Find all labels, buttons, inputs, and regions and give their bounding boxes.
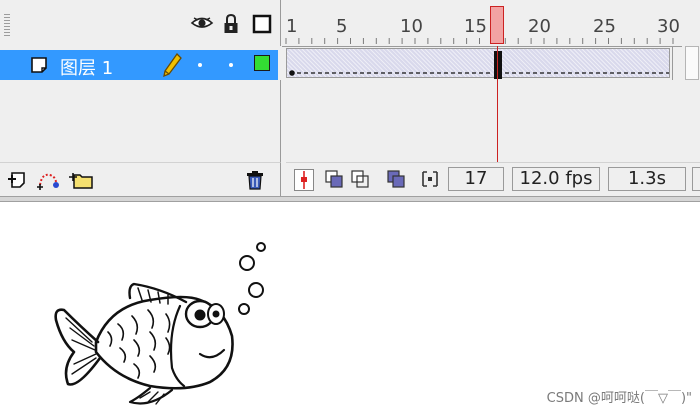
timeline-panel: 1 5 10 15 20 25 30 图层 1 17 12.0 fps 1.3s (0, 0, 700, 197)
insert-folder-icon[interactable] (68, 169, 93, 191)
timeline-status-bar: 17 12.0 fps 1.3s (286, 162, 700, 197)
frames-row[interactable] (286, 46, 673, 80)
elapsed-time-field: 1.3s (608, 167, 686, 191)
center-frame-icon[interactable] (294, 169, 314, 191)
outline-square-icon[interactable] (252, 14, 272, 34)
insert-layer-icon[interactable] (6, 169, 28, 191)
layer-header (0, 0, 281, 46)
goldfish-drawing (54, 242, 266, 405)
lock-icon[interactable] (222, 13, 242, 33)
ruler-label: 1 (286, 16, 298, 37)
frame-span[interactable] (286, 48, 670, 79)
onion-skin-outlines-icon[interactable] (350, 169, 370, 189)
onion-skin-icon[interactable] (324, 169, 344, 189)
scrollbar-thumb[interactable] (685, 46, 699, 80)
eye-icon[interactable] (190, 14, 214, 32)
status-field-overflow (692, 167, 700, 191)
add-motion-guide-icon[interactable] (36, 169, 59, 191)
playhead[interactable] (490, 6, 504, 44)
ruler-label: 15 (464, 16, 487, 37)
ruler-label: 20 (528, 16, 551, 37)
frame-rate-field[interactable]: 12.0 fps (512, 167, 600, 191)
vertical-scrollbar[interactable] (684, 46, 700, 162)
ruler-label: 5 (336, 16, 348, 37)
frame-ruler[interactable]: 1 5 10 15 20 25 30 (282, 0, 682, 47)
ruler-label: 30 (657, 16, 680, 37)
layer-row[interactable]: 图层 1 (0, 50, 278, 80)
pencil-icon (162, 52, 182, 82)
ruler-label: 25 (593, 16, 616, 37)
ruler-label: 10 (400, 16, 423, 37)
visibility-dot[interactable] (198, 63, 202, 67)
lock-dot[interactable] (229, 63, 233, 67)
layer-name[interactable]: 图层 1 (60, 54, 113, 80)
stage[interactable]: CSDN @呵呵哒(￣▽￣)" (0, 202, 700, 410)
outline-color-box[interactable] (254, 55, 270, 71)
current-frame-field: 17 (448, 167, 504, 191)
watermark: CSDN @呵呵哒(￣▽￣)" (546, 391, 692, 406)
panel-grip[interactable] (4, 14, 10, 36)
frames-empty-area (286, 80, 682, 162)
trash-icon[interactable] (244, 169, 266, 191)
layer-toolbar (0, 162, 281, 197)
playhead-line (497, 46, 498, 162)
edit-multiple-frames-icon[interactable] (386, 169, 406, 189)
layer-page-icon (30, 56, 50, 79)
modify-onion-markers-icon[interactable] (420, 169, 440, 189)
layer-list-empty-area (0, 80, 281, 162)
